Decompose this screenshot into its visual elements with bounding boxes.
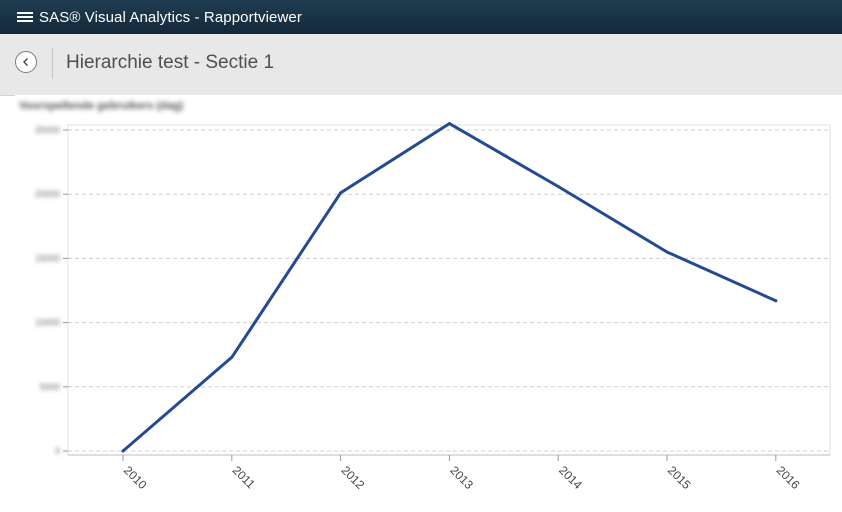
series-layer — [121, 122, 778, 453]
grid-layer — [63, 124, 831, 461]
y-tick-label: 5000 — [40, 382, 60, 392]
title-bar: SAS® Visual Analytics - Rapportviewer — [0, 0, 842, 34]
plot-frame — [67, 124, 831, 456]
data-point — [556, 184, 560, 188]
report-canvas: Voorspellende gebruikers (dag) 0 5000 1000… — [15, 95, 842, 512]
report-header: Hierarchie test - Sectie 1 — [0, 34, 842, 96]
y-tick-label: 15000 — [35, 253, 60, 263]
series-line — [121, 122, 778, 453]
x-tick-label: 2011 — [230, 463, 258, 491]
back-button[interactable] — [15, 51, 37, 73]
back-arrow-icon — [23, 58, 28, 66]
data-point — [665, 250, 669, 254]
y-tick-label: 10000 — [35, 318, 60, 328]
x-tick-label: 2013 — [447, 463, 476, 492]
data-point — [121, 449, 125, 453]
x-tick-label: 2012 — [338, 463, 367, 492]
page-title: Hierarchie test - Sectie 1 — [66, 52, 275, 73]
x-tick-label: 2010 — [121, 463, 150, 492]
data-point — [774, 299, 778, 303]
menu-icon[interactable] — [17, 11, 33, 23]
data-point — [339, 191, 343, 195]
data-point — [230, 355, 234, 359]
x-tick-label: 2014 — [556, 463, 585, 492]
x-tick-label: 2015 — [665, 463, 694, 492]
y-tick-label: 0 — [55, 446, 60, 456]
y-tick-label: 20000 — [35, 189, 60, 199]
header-divider — [52, 48, 53, 79]
app-title: SAS® Visual Analytics - Rapportviewer — [39, 8, 302, 26]
y-tick-label: 25000 — [35, 125, 60, 135]
x-tick-label: 2016 — [774, 463, 803, 492]
y-tick-labels: 0 5000 10000 15000 20000 25000 — [35, 125, 60, 456]
line-chart[interactable]: 0500010000150002000025000 2010 2011 2012 20… — [15, 95, 842, 512]
data-point — [447, 122, 451, 126]
x-tick-labels: 2010 2011 2012 2013 2014 2015 2016 — [121, 463, 803, 492]
